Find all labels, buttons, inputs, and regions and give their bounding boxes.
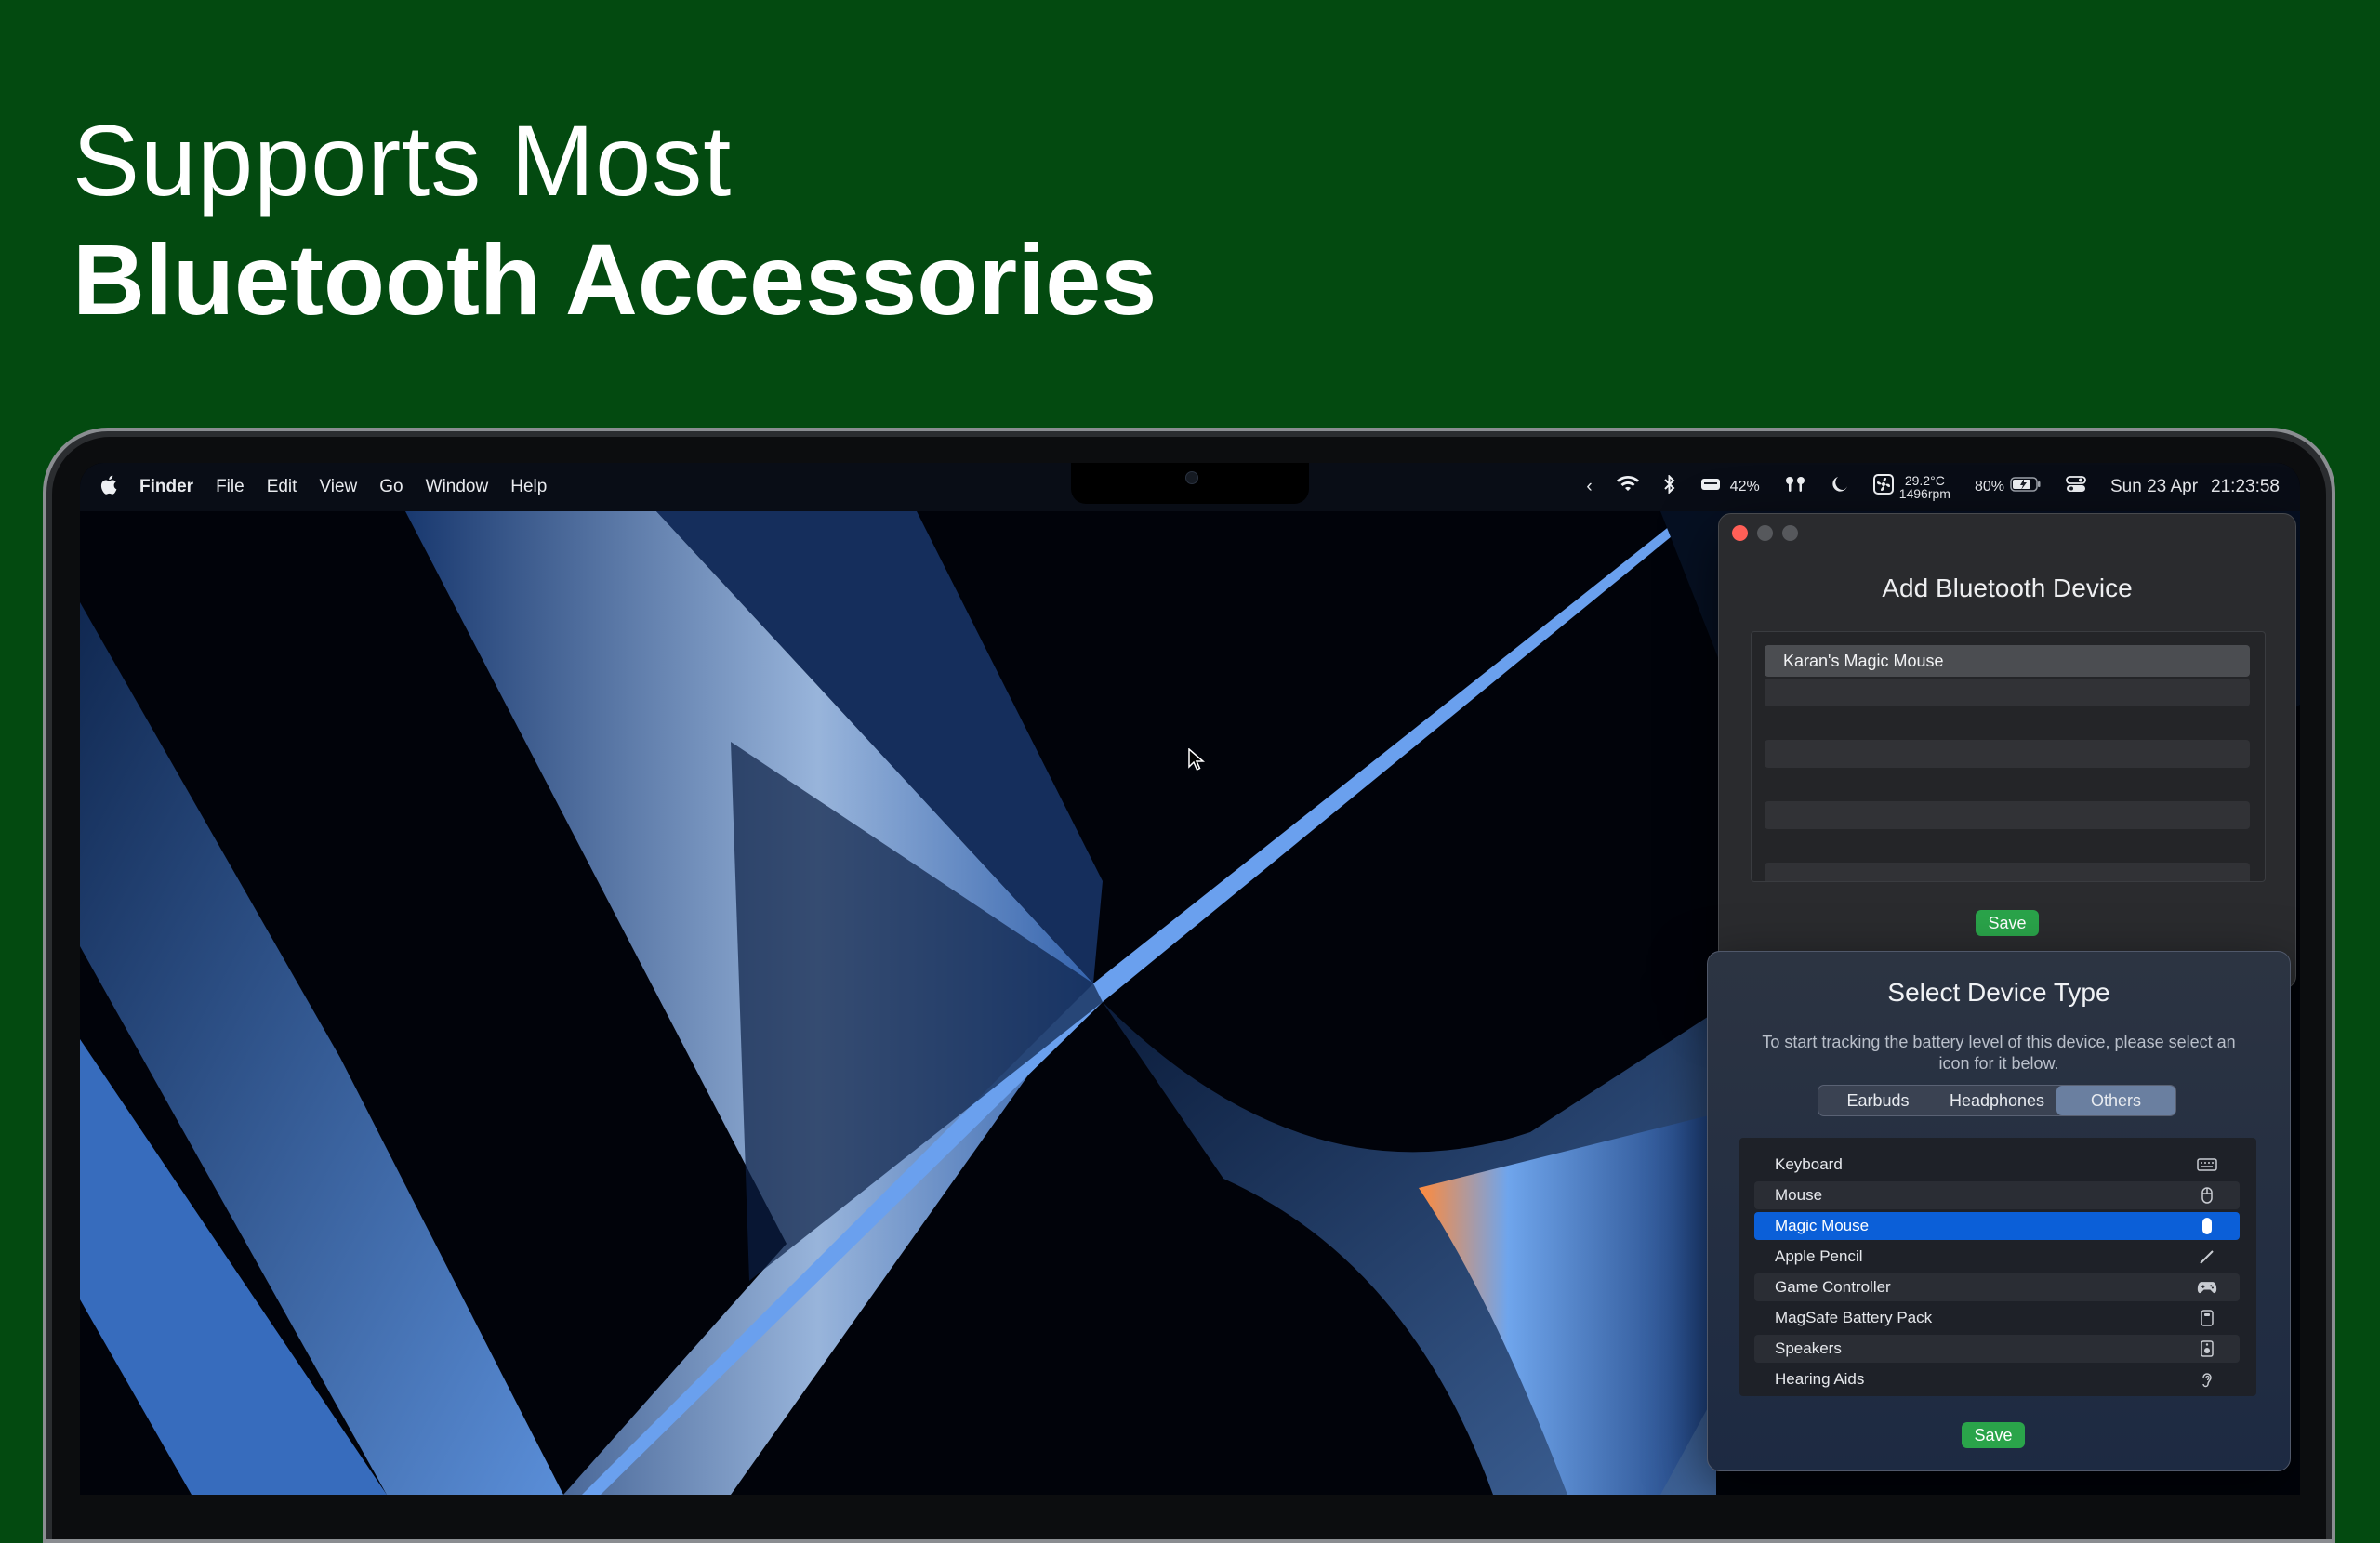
- empty-row: [1765, 863, 2250, 881]
- magic-mouse-icon: [2197, 1212, 2217, 1240]
- bluetooth-icon[interactable]: [1663, 474, 1676, 499]
- cursor-icon: [1188, 747, 1206, 777]
- window-title: Add Bluetooth Device: [1882, 574, 2133, 602]
- fan-speed: 1496rpm: [1898, 486, 1950, 501]
- battery-icon[interactable]: [2010, 477, 2042, 497]
- tab-headphones[interactable]: Headphones: [1937, 1086, 2056, 1115]
- save-button[interactable]: Save: [1976, 910, 2039, 936]
- list-item-label: Mouse: [1775, 1186, 1823, 1204]
- list-item[interactable]: Hearing Aids: [1754, 1365, 2240, 1393]
- cpu-temperature: 29.2°C: [1904, 473, 1945, 488]
- device-battery-icon[interactable]: [1700, 477, 1721, 497]
- menu-go[interactable]: Go: [379, 477, 403, 497]
- control-center-icon[interactable]: [2066, 476, 2086, 498]
- window-controls: [1732, 525, 1798, 541]
- list-item-label: Magic Mouse: [1775, 1217, 1870, 1234]
- list-item[interactable]: MagSafe Battery Pack: [1754, 1304, 2240, 1332]
- airpods-icon[interactable]: [1784, 475, 1806, 499]
- save-button[interactable]: Save: [1962, 1422, 2025, 1448]
- camera-icon: [1185, 471, 1198, 484]
- gamecontroller-icon: [2197, 1273, 2217, 1301]
- device-type-list[interactable]: Keyboard Mouse Magic Mouse Apple Pencil …: [1739, 1138, 2256, 1396]
- ear-icon: [2197, 1365, 2217, 1393]
- empty-row: [1765, 740, 2250, 768]
- menu-view[interactable]: View: [319, 477, 357, 497]
- headline-line-2: Bluetooth Accessories: [73, 222, 1157, 336]
- menu-edit[interactable]: Edit: [267, 477, 298, 497]
- popover-description: To start tracking the battery level of t…: [1762, 1033, 2236, 1073]
- list-item-label: MagSafe Battery Pack: [1775, 1309, 1933, 1326]
- menu-app-name[interactable]: Finder: [139, 477, 193, 497]
- device-list[interactable]: Karan's Magic Mouse: [1751, 631, 2266, 882]
- menu-bar: Finder File Edit View Go Window Help ‹ 4…: [80, 463, 2300, 511]
- close-button[interactable]: [1732, 525, 1748, 541]
- list-item-label: Apple Pencil: [1775, 1247, 1863, 1265]
- popover-title: Select Device Type: [1887, 978, 2110, 1007]
- menu-window[interactable]: Window: [426, 477, 489, 497]
- fan-icon[interactable]: [1872, 474, 1894, 500]
- zoom-button[interactable]: [1782, 525, 1798, 541]
- device-category-tabs[interactable]: Earbuds Headphones Others: [1818, 1085, 2176, 1116]
- tab-earbuds[interactable]: Earbuds: [1818, 1086, 1937, 1115]
- menu-help[interactable]: Help: [510, 477, 547, 497]
- pencil-icon: [2197, 1243, 2217, 1271]
- menu-date[interactable]: Sun 23 Apr: [2110, 477, 2198, 497]
- battery-percent: 80%: [1974, 479, 2004, 495]
- menu-file[interactable]: File: [216, 477, 245, 497]
- moon-icon[interactable]: [1831, 475, 1849, 499]
- headline-line-1: Supports Most: [73, 104, 733, 217]
- list-item[interactable]: Apple Pencil: [1754, 1243, 2240, 1271]
- list-item[interactable]: Keyboard: [1754, 1151, 2240, 1179]
- wifi-icon[interactable]: [1616, 476, 1639, 498]
- headline: Supports Most Bluetooth Accessories: [73, 100, 1157, 339]
- screen: Finder File Edit View Go Window Help ‹ 4…: [80, 463, 2300, 1495]
- empty-row: [1765, 801, 2250, 829]
- list-item-label: Speakers: [1775, 1339, 1842, 1357]
- mouse-icon: [2197, 1181, 2217, 1209]
- add-bluetooth-window: Add Bluetooth Device Karan's Magic Mouse…: [1718, 513, 2296, 989]
- device-battery-level: 42%: [1729, 479, 1760, 495]
- device-row[interactable]: Karan's Magic Mouse: [1765, 645, 2250, 677]
- list-item-label: Hearing Aids: [1775, 1370, 1865, 1388]
- camera-notch: [1071, 463, 1309, 504]
- menu-time[interactable]: 21:23:58: [2211, 477, 2280, 497]
- list-item-selected[interactable]: Magic Mouse: [1754, 1212, 2240, 1240]
- chevron-left-icon[interactable]: ‹: [1586, 477, 1592, 497]
- minimize-button[interactable]: [1757, 525, 1773, 541]
- list-item-label: Game Controller: [1775, 1278, 1891, 1296]
- apple-menu-icon[interactable]: [100, 475, 117, 500]
- tab-others[interactable]: Others: [2056, 1086, 2175, 1115]
- select-device-type-popover: Select Device Type To start tracking the…: [1707, 951, 2291, 1471]
- keyboard-icon: [2197, 1151, 2217, 1179]
- list-item-label: Keyboard: [1775, 1155, 1843, 1173]
- speaker-icon: [2197, 1335, 2217, 1363]
- battery-pack-icon: [2197, 1304, 2217, 1332]
- list-item[interactable]: Speakers: [1754, 1335, 2240, 1363]
- list-item[interactable]: Mouse: [1754, 1181, 2240, 1209]
- empty-row: [1765, 679, 2250, 706]
- list-item[interactable]: Game Controller: [1754, 1273, 2240, 1301]
